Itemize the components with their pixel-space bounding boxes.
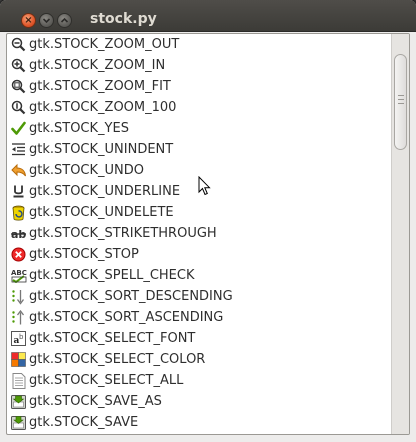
- list-item-label: gtk.STOCK_SORT_DESCENDING: [29, 289, 233, 304]
- list-item[interactable]: gtk.STOCK_SAVE: [7, 412, 393, 433]
- minimize-button[interactable]: [39, 13, 54, 28]
- zoom-100-icon: [10, 99, 27, 116]
- underline-icon: [10, 183, 27, 200]
- undelete-bin-icon: [10, 204, 27, 221]
- undo-arrow-icon: [10, 162, 27, 179]
- window-titlebar[interactable]: × stock.py: [0, 0, 416, 32]
- svg-text:b: b: [19, 333, 24, 341]
- list-item[interactable]: gtk.STOCK_UNINDENT: [7, 139, 393, 160]
- mouse-pointer-icon: [198, 176, 211, 196]
- list-item-label: gtk.STOCK_UNINDENT: [29, 142, 174, 157]
- list-item-label: gtk.STOCK_STRIKETHROUGH: [29, 226, 217, 241]
- list-item[interactable]: gtk.STOCK_ZOOM_IN: [7, 55, 393, 76]
- strikethrough-icon: ab: [10, 225, 27, 242]
- save-icon: [10, 414, 27, 431]
- list-item-label: gtk.STOCK_SELECT_COLOR: [29, 352, 206, 367]
- list-item[interactable]: gtk.STOCK_ZOOM_100: [7, 97, 393, 118]
- vertical-scrollbar[interactable]: [391, 34, 409, 434]
- save-as-icon: [10, 393, 27, 410]
- list-item-label: gtk.STOCK_SELECT_FONT: [29, 331, 196, 346]
- list-item[interactable]: gtk.STOCK_ZOOM_FIT: [7, 76, 393, 97]
- list-item[interactable]: a b gtk.STOCK_SELECT_FONT: [7, 328, 393, 349]
- stock-item-list: gtk.STOCK_ZOOM_OUT gtk.STOCK_ZOOM_IN gtk.S…: [7, 34, 393, 433]
- scrollbar-thumb[interactable]: [394, 54, 407, 150]
- svg-text:ABC: ABC: [11, 269, 27, 277]
- select-all-icon: [10, 372, 27, 389]
- list-item[interactable]: gtk.STOCK_SELECT_ALL: [7, 370, 393, 391]
- list-item-label: gtk.STOCK_UNDERLINE: [29, 184, 181, 199]
- list-item-label: gtk.STOCK_SAVE: [29, 415, 139, 430]
- stop-icon: [10, 246, 27, 263]
- window-title: stock.py: [90, 11, 157, 27]
- list-item-label: gtk.STOCK_SAVE_AS: [29, 394, 162, 409]
- maximize-icon: [60, 17, 69, 23]
- list-item-label: gtk.STOCK_UNDO: [29, 163, 145, 178]
- list-item[interactable]: gtk.STOCK_SAVE_AS: [7, 391, 393, 412]
- sort-ascending-icon: [10, 309, 27, 326]
- list-item-label: gtk.STOCK_ZOOM_FIT: [29, 79, 171, 94]
- list-item[interactable]: gtk.STOCK_STOP: [7, 244, 393, 265]
- close-button[interactable]: ×: [21, 13, 36, 28]
- sort-descending-icon: [10, 288, 27, 305]
- list-item[interactable]: ab gtk.STOCK_STRIKETHROUGH: [7, 223, 393, 244]
- zoom-out-icon: [10, 36, 27, 53]
- list-item-label: gtk.STOCK_ZOOM_100: [29, 100, 177, 115]
- select-font-icon: ab: [10, 330, 27, 347]
- zoom-fit-icon: [10, 78, 27, 95]
- list-item[interactable]: ABC gtk.STOCK_SPELL_CHECK: [7, 265, 393, 286]
- zoom-in-icon: [10, 57, 27, 74]
- close-icon: ×: [24, 14, 33, 26]
- list-item[interactable]: gtk.STOCK_UNDELETE: [7, 202, 393, 223]
- list-item-label: gtk.STOCK_ZOOM_IN: [29, 58, 166, 73]
- list-item[interactable]: gtk.STOCK_SELECT_COLOR: [7, 349, 393, 370]
- list-item-label: gtk.STOCK_ZOOM_OUT: [29, 37, 180, 52]
- select-color-icon: [10, 351, 27, 368]
- unindent-icon: [10, 141, 27, 158]
- list-item[interactable]: gtk.STOCK_SORT_ASCENDING: [7, 307, 393, 328]
- minimize-icon: [42, 18, 51, 24]
- checkmark-icon: [10, 120, 27, 137]
- list-item-label: gtk.STOCK_SPELL_CHECK: [29, 268, 195, 283]
- list-item[interactable]: gtk.STOCK_SORT_DESCENDING: [7, 286, 393, 307]
- list-item[interactable]: gtk.STOCK_YES: [7, 118, 393, 139]
- stock-list-view[interactable]: gtk.STOCK_ZOOM_OUT gtk.STOCK_ZOOM_IN gtk.S…: [6, 33, 410, 435]
- app-window: × stock.py gtk.STOCK_ZOOM_OUT gtk.STOCK_Z…: [0, 0, 416, 442]
- maximize-button[interactable]: [57, 13, 72, 28]
- list-item-label: gtk.STOCK_YES: [29, 121, 129, 136]
- list-item-label: gtk.STOCK_SELECT_ALL: [29, 373, 184, 388]
- spell-check-icon: ABC: [10, 267, 27, 284]
- list-item-label: gtk.STOCK_SORT_ASCENDING: [29, 310, 224, 325]
- list-item-label: gtk.STOCK_STOP: [29, 247, 139, 262]
- list-item[interactable]: gtk.STOCK_ZOOM_OUT: [7, 34, 393, 55]
- list-item-label: gtk.STOCK_UNDELETE: [29, 205, 174, 220]
